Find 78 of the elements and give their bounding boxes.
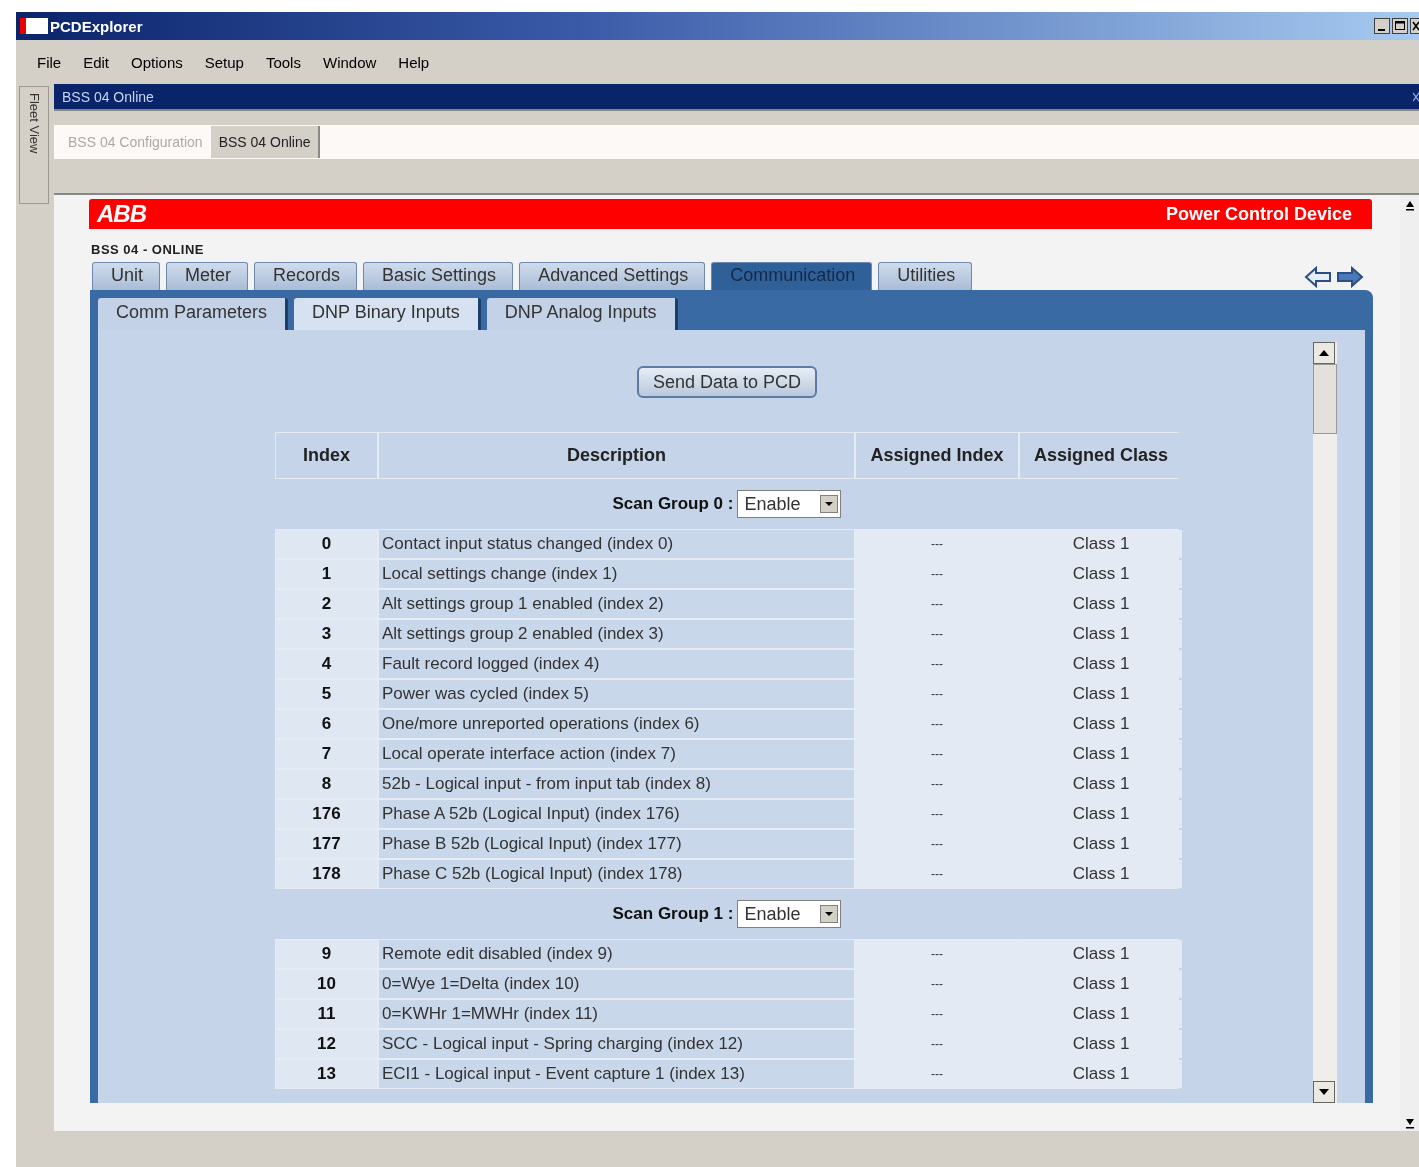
tab[interactable]: Unit <box>92 262 160 290</box>
scrollbar[interactable] <box>1313 342 1337 1103</box>
table-cell: 4 <box>276 650 377 678</box>
tab[interactable]: Basic Settings <box>363 262 514 290</box>
table-cell: 10 <box>276 970 377 998</box>
table-cell: Remote edit disabled (index 9) <box>379 940 854 968</box>
send-data-button[interactable]: Send Data to PCD <box>636 366 818 398</box>
device-label: BSS 04 - ONLINE <box>90 241 205 259</box>
table-cell: Phase A 52b (Logical Input) (index 176) <box>379 800 854 828</box>
table-cell: Local operate interface action (index 7) <box>379 740 854 768</box>
tab[interactable]: Meter <box>166 262 249 290</box>
column-header: Description <box>379 433 854 478</box>
table-cell: 12 <box>276 1030 377 1058</box>
column-header: Assigned Class <box>1020 433 1182 478</box>
table-cell: Power was cycled (index 5) <box>379 680 854 708</box>
tab[interactable]: Utilities <box>878 262 973 290</box>
table-cell: 7 <box>276 740 377 768</box>
logo: ABB <box>97 200 146 228</box>
scan-group-dropdown[interactable]: Enable <box>737 900 842 928</box>
table-cell: Local settings change (index 1) <box>379 560 854 588</box>
back-arrow-icon[interactable] <box>1304 265 1332 288</box>
scroll-thumb[interactable] <box>1313 364 1337 434</box>
tab[interactable]: DNP Binary Inputs <box>294 298 481 330</box>
close-icon[interactable] <box>1413 91 1419 102</box>
app-icon <box>20 18 48 34</box>
menu-item[interactable]: Edit <box>72 53 121 71</box>
minimize-icon[interactable] <box>1374 18 1390 34</box>
close-icon[interactable] <box>1410 18 1419 34</box>
scan-group-dropdown[interactable]: Enable <box>737 490 842 518</box>
tab[interactable]: Comm Parameters <box>98 298 289 330</box>
table-cell: 178 <box>276 860 377 888</box>
menu-item[interactable]: Tools <box>254 53 312 71</box>
window-title: PCDExplorer <box>50 17 143 35</box>
scrollbar[interactable] <box>1400 195 1419 1131</box>
table-cell: 1 <box>276 560 377 588</box>
maximize-icon[interactable] <box>1392 18 1408 34</box>
column-header: Index <box>276 433 377 478</box>
banner-title: Power Control Device <box>1165 203 1352 225</box>
table-cell: 52b - Logical input - from input tab (index 8) <box>379 770 854 798</box>
table-cell: Phase B 52b (Logical Input) (index 177) <box>379 830 854 858</box>
tab[interactable]: Records <box>254 262 358 290</box>
table-cell: 9 <box>276 940 377 968</box>
document-tab[interactable]: BSS 04 Online <box>210 126 321 158</box>
table-cell: SCC - Logical input - Spring charging (index 12) <box>379 1030 854 1058</box>
table-cell: Phase C 52b (Logical Input) (index 178) <box>379 860 854 888</box>
table-cell: 13 <box>276 1060 377 1088</box>
tab[interactable]: DNP Analog Inputs <box>486 298 678 330</box>
table-cell: 8 <box>276 770 377 798</box>
table-cell: 176 <box>276 800 377 828</box>
tab[interactable]: Advanced Settings <box>519 262 706 290</box>
menu-item[interactable]: Setup <box>193 53 255 71</box>
scan-group-label: Scan Group 1 : <box>612 904 734 924</box>
menu-item[interactable]: Help <box>387 53 441 71</box>
side-panel-tab[interactable]: Fleet View <box>19 86 49 204</box>
table-cell: ECI1 - Logical input - Event capture 1 (index 13) <box>379 1060 854 1088</box>
table-cell: 0 <box>276 530 377 558</box>
table-cell: 0=KWHr 1=MWHr (index 11) <box>379 1000 854 1028</box>
table-cell: Contact input status changed (index 0) <box>379 530 854 558</box>
table-cell: 3 <box>276 620 377 648</box>
table-cell: Alt settings group 1 enabled (index 2) <box>379 590 854 618</box>
table-cell: 2 <box>276 590 377 618</box>
table-cell: Alt settings group 2 enabled (index 3) <box>379 620 854 648</box>
menu-item[interactable]: Options <box>120 53 194 71</box>
table-cell: One/more unreported operations (index 6) <box>379 710 854 738</box>
table-cell: 5 <box>276 680 377 708</box>
table-cell: 0=Wye 1=Delta (index 10) <box>379 970 854 998</box>
table-cell: 177 <box>276 830 377 858</box>
forward-arrow-icon[interactable] <box>1336 265 1364 288</box>
table-cell: 11 <box>276 1000 377 1028</box>
menu-item[interactable]: Window <box>311 53 388 71</box>
child-window-title: BSS 04 Online <box>62 88 154 105</box>
menu-item[interactable]: File <box>26 53 73 71</box>
table-cell: Fault record logged (index 4) <box>379 650 854 678</box>
scroll-down-icon[interactable] <box>1313 1081 1335 1103</box>
table-cell: 6 <box>276 710 377 738</box>
scroll-up-icon[interactable] <box>1313 342 1335 364</box>
column-header: Assigned Index <box>856 433 1018 478</box>
scan-group-label: Scan Group 0 : <box>612 494 734 514</box>
